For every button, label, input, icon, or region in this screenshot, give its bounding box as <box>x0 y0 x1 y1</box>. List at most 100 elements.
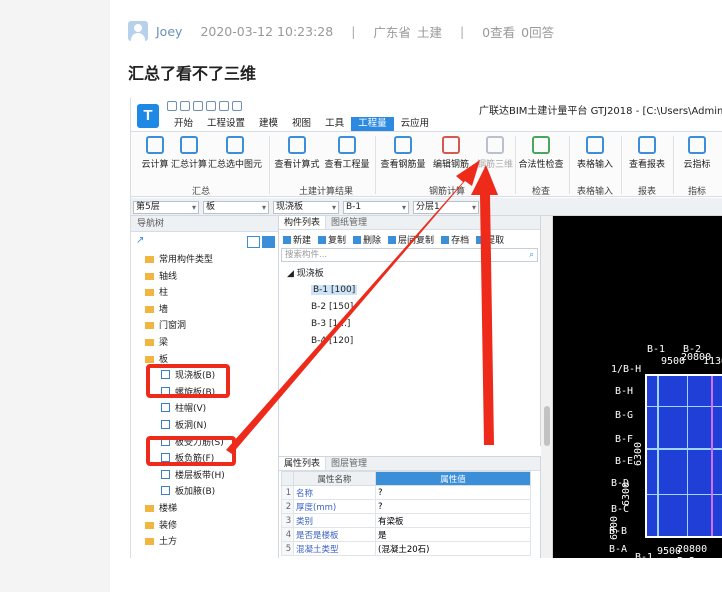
nav-item-label: 土方 <box>159 537 178 548</box>
redo-icon[interactable] <box>219 101 229 111</box>
nav-item-label: 墙 <box>159 304 169 315</box>
view-report-button[interactable]: 查看报表 <box>623 136 671 170</box>
component-tabs: 构件列表 图纸管理 <box>279 216 540 230</box>
nav-toolbar: ↗ <box>131 232 278 252</box>
nav-folder-item[interactable]: 门窗洞 <box>131 318 278 335</box>
new-icon[interactable] <box>167 101 177 111</box>
open-icon[interactable] <box>180 101 190 111</box>
component-icon <box>161 403 170 413</box>
nav-subitem[interactable]: 现浇板(B) <box>131 368 278 385</box>
property-name: 类别 <box>293 513 376 528</box>
extract-button[interactable]: 提取 <box>476 233 504 246</box>
nav-subitem[interactable]: 螺旋板(B) <box>131 385 278 402</box>
cloud-icon <box>146 136 164 154</box>
property-name: 厚度(mm) <box>293 499 376 514</box>
nav-subitem[interactable]: 板受力筋(S) <box>131 435 278 452</box>
layer-copy-button[interactable]: 层间复制 <box>388 233 434 246</box>
tab-property-list[interactable]: 属性列表 <box>279 457 327 470</box>
undo-icon[interactable] <box>206 101 216 111</box>
table-row[interactable]: 4 是否是楼板是 <box>281 527 531 542</box>
group-rebar-result-label: 钢筋计算 <box>428 187 465 197</box>
new-button[interactable]: 新建 <box>283 233 311 246</box>
delete-button[interactable]: 删除 <box>353 233 381 246</box>
component-item[interactable]: B-2 [150] <box>279 299 540 316</box>
archive-button[interactable]: 存档 <box>441 233 469 246</box>
nav-folder-item[interactable]: 装修 <box>131 518 278 535</box>
sigma-icon <box>180 136 198 154</box>
property-value: ? <box>375 485 531 500</box>
folder-icon <box>145 504 154 512</box>
menu-quantities[interactable]: 工程量 <box>351 117 394 131</box>
nav-subitem[interactable]: 板负筋(F) <box>131 451 278 468</box>
menu-cloud[interactable]: 云应用 <box>394 117 437 131</box>
property-value: (混凝土20石) <box>375 541 531 556</box>
search-icon[interactable]: ⌕ <box>529 249 534 261</box>
menu-view[interactable]: 视图 <box>285 117 318 131</box>
scrollbar[interactable] <box>541 216 553 558</box>
expand-arrows-icon[interactable]: ↗ <box>136 235 144 246</box>
summary-calc-button[interactable]: 汇总计算 <box>165 136 213 170</box>
nav-folder-item[interactable]: 柱 <box>131 285 278 302</box>
nav-subitem[interactable]: 板洞(N) <box>131 418 278 435</box>
component-item[interactable]: B-4 [120] <box>279 333 540 350</box>
menu-start[interactable]: 开始 <box>167 117 200 131</box>
legality-check-button[interactable]: 合法性检查 <box>515 136 567 170</box>
nav-folder-item[interactable]: 墙 <box>131 302 278 319</box>
edit-rebar-button[interactable]: 编辑钢筋 <box>427 136 475 170</box>
menu-modeling[interactable]: 建模 <box>252 117 285 131</box>
nav-folder-item[interactable]: 常用构件类型 <box>131 252 278 269</box>
type-select[interactable]: 现浇板 <box>273 201 339 214</box>
app-logo[interactable]: T <box>137 104 159 128</box>
author-name[interactable]: Joey <box>156 24 182 39</box>
view-formula-button[interactable]: 查看计算式 <box>273 136 321 170</box>
floor-select[interactable]: 第5层 <box>133 201 199 214</box>
pencil-icon <box>442 136 460 154</box>
copy-icon <box>318 235 327 244</box>
nav-folder-item[interactable]: 楼梯 <box>131 501 278 518</box>
layer-select[interactable]: 分层1 <box>413 201 479 214</box>
tab-layer-management[interactable]: 图层管理 <box>326 457 372 470</box>
category-select[interactable]: 板 <box>203 201 269 214</box>
nav-folder-item[interactable]: 板 <box>131 352 278 369</box>
nav-item-label: 板受力筋(S) <box>175 437 224 448</box>
menu-tools[interactable]: 工具 <box>318 117 351 131</box>
folder-icon <box>145 521 154 529</box>
scrollbar-thumb[interactable] <box>544 406 550 446</box>
nav-subitem[interactable]: 板加腋(B) <box>131 484 278 501</box>
group-index-label: 指标 <box>687 187 706 197</box>
table-row[interactable]: 2 厚度(mm)? <box>281 499 531 514</box>
component-item[interactable]: B-1 [100] <box>279 282 540 299</box>
cad-viewport[interactable]: B-1B-2950020800113001/B-HB-HB-GB-FB-EB-D… <box>553 216 722 558</box>
avatar[interactable] <box>128 21 148 41</box>
component-root[interactable]: ◢ 现浇板 <box>279 266 540 282</box>
view-quantity-button[interactable]: 查看工程量 <box>323 136 371 170</box>
table-row[interactable]: 5 混凝土类型 (混凝土20石) <box>281 541 531 556</box>
table-input-button[interactable]: 表格输入 <box>571 136 619 170</box>
copy-button[interactable]: 复制 <box>318 233 346 246</box>
tab-drawing-management[interactable]: 图纸管理 <box>326 216 372 229</box>
group-civil-result-label: 土建计算结果 <box>298 187 353 197</box>
plan-line <box>687 376 688 536</box>
nav-folder-item[interactable]: 土方 <box>131 534 278 551</box>
nav-subitem[interactable]: 柱帽(V) <box>131 401 278 418</box>
nav-folder-item[interactable]: 梁 <box>131 335 278 352</box>
save-icon[interactable] <box>193 101 203 111</box>
component-item[interactable]: B-3 [1...] <box>279 316 540 333</box>
nav-folder-item[interactable]: 轴线 <box>131 269 278 286</box>
col-value: 属性值 <box>375 471 531 486</box>
menu-project-settings[interactable]: 工程设置 <box>200 117 252 131</box>
tab-component-list[interactable]: 构件列表 <box>279 216 327 229</box>
table-row[interactable]: 1 名称? <box>281 485 531 500</box>
grid-view-icon[interactable] <box>262 236 275 248</box>
cloud-index-button[interactable]: 云指标 <box>673 136 721 170</box>
component-select[interactable]: B-1 <box>343 201 409 214</box>
view-rebar-button[interactable]: 查看钢筋量 <box>379 136 427 170</box>
sum-icon[interactable] <box>232 101 242 111</box>
table-row[interactable]: 3 类别 有梁板 <box>281 513 531 528</box>
cad-label: B-F <box>615 434 634 445</box>
rebar-3d-button[interactable]: 钢筋三维 <box>471 136 519 170</box>
list-view-icon[interactable] <box>247 236 260 248</box>
nav-subitem[interactable]: 楼层板带(H) <box>131 468 278 485</box>
summary-selected-button[interactable]: 汇总选中图元 <box>207 136 263 170</box>
component-search-input[interactable]: 搜索构件... ⌕ <box>281 248 538 262</box>
